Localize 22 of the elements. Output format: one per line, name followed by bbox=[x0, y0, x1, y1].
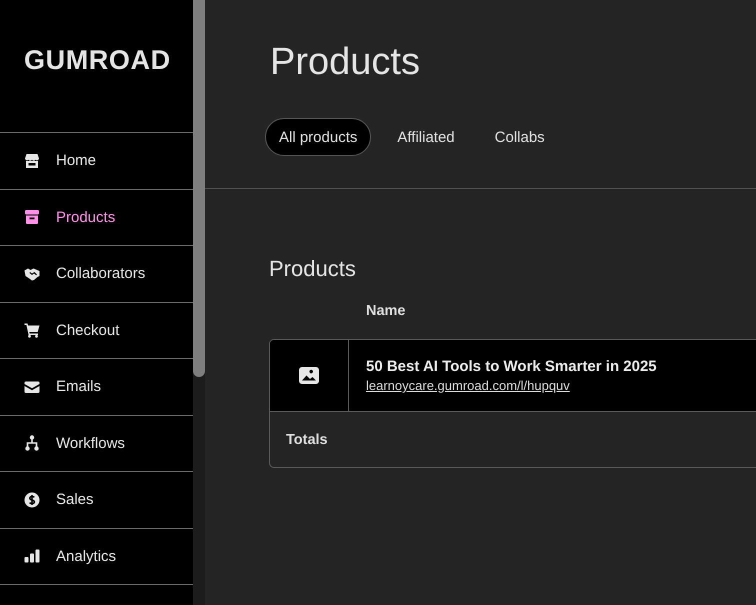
hierarchy-icon bbox=[24, 435, 40, 452]
tab[interactable]: All products bbox=[265, 118, 372, 156]
scrollbar-track[interactable] bbox=[193, 0, 205, 605]
envelope-icon bbox=[24, 378, 40, 395]
section-title: Products bbox=[269, 255, 357, 283]
tab[interactable]: Collabs bbox=[480, 118, 559, 156]
totals-label: Totals bbox=[286, 432, 328, 448]
product-title[interactable]: 50 Best AI Tools to Work Smarter in 2025 bbox=[366, 357, 657, 377]
product-row[interactable]: 50 Best AI Tools to Work Smarter in 2025 learnoycare.gumroad.com/l/hupquv bbox=[270, 340, 756, 412]
scrollbar-thumb[interactable] bbox=[193, 0, 205, 377]
store-icon bbox=[24, 152, 40, 169]
column-header[interactable]: Name bbox=[366, 303, 406, 319]
tab[interactable]: Affiliated bbox=[383, 118, 469, 156]
cart-icon bbox=[24, 322, 40, 338]
page-title: Products bbox=[270, 40, 421, 84]
bar-chart-icon bbox=[24, 548, 40, 564]
product-link[interactable]: learnoycare.gumroad.com/l/hupquv bbox=[366, 377, 570, 395]
image-icon bbox=[299, 367, 319, 384]
dollar-coin-icon bbox=[24, 492, 40, 508]
logo[interactable]: GUMROAD bbox=[24, 45, 171, 75]
handshake-icon bbox=[24, 266, 40, 282]
archive-box-icon bbox=[24, 209, 40, 226]
